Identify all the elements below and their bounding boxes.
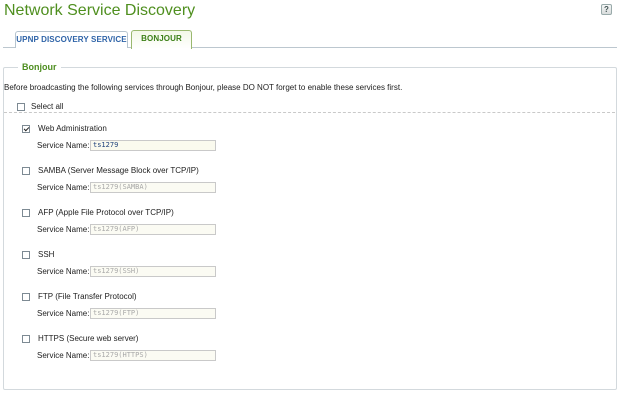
service-row[interactable]: Web Administration (22, 124, 107, 133)
help-icon[interactable]: ? (601, 4, 612, 15)
service-label: SAMBA (Server Message Block over TCP/IP) (38, 166, 199, 175)
service-name-label: Service Name: (37, 309, 90, 318)
service-name-label: Service Name: (37, 267, 90, 276)
service-label: Web Administration (38, 124, 107, 133)
select-all-row[interactable]: Select all (17, 102, 63, 111)
service-name-input[interactable]: ts1279 (90, 140, 216, 151)
service-name-input[interactable]: ts1279(SAMBA) (90, 182, 216, 193)
intro-text: Before broadcasting the following servic… (4, 83, 403, 92)
service-name-input[interactable]: ts1279(HTTPS) (90, 350, 216, 361)
service-row[interactable]: FTP (File Transfer Protocol) (22, 292, 137, 301)
service-name-input[interactable]: ts1279(FTP) (90, 308, 216, 319)
page-title: Network Service Discovery (4, 2, 196, 19)
service-name-label: Service Name: (37, 141, 90, 150)
service-checkbox[interactable] (22, 124, 30, 133)
divider (4, 112, 615, 113)
service-label: SSH (38, 250, 55, 259)
service-label: AFP (Apple File Protocol over TCP/IP) (38, 208, 174, 217)
tab-bonjour[interactable]: BONJOUR (131, 30, 192, 50)
tab-upnp-discovery[interactable]: UPNP DISCOVERY SERVICE (15, 31, 128, 48)
service-name-label: Service Name: (37, 351, 90, 360)
service-checkbox[interactable] (22, 250, 30, 259)
service-row[interactable]: SSH (22, 250, 54, 259)
service-name-input[interactable]: ts1279(SSH) (90, 266, 216, 277)
select-all-label: Select all (31, 102, 64, 111)
service-checkbox[interactable] (22, 166, 30, 175)
service-name-input[interactable]: ts1279(AFP) (90, 224, 216, 235)
service-row[interactable]: HTTPS (Secure web server) (22, 334, 138, 343)
service-label: HTTPS (Secure web server) (38, 334, 139, 343)
service-row[interactable]: SAMBA (Server Message Block over TCP/IP) (22, 166, 199, 175)
service-row[interactable]: AFP (Apple File Protocol over TCP/IP) (22, 208, 174, 217)
select-all-checkbox[interactable] (17, 102, 25, 111)
service-checkbox[interactable] (22, 208, 30, 217)
service-name-label: Service Name: (37, 225, 90, 234)
nsd-page: Network Service Discovery ? UPNP DISCOVE… (0, 0, 620, 396)
service-checkbox[interactable] (22, 334, 30, 343)
bonjour-legend: Bonjour (18, 62, 61, 72)
service-label: FTP (File Transfer Protocol) (38, 292, 137, 301)
service-checkbox[interactable] (22, 292, 30, 301)
service-name-label: Service Name: (37, 183, 90, 192)
